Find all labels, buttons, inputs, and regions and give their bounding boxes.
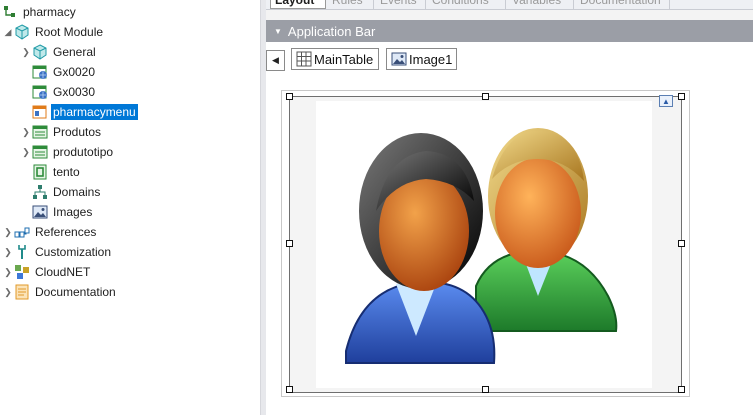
tree-item-customization[interactable]: ❯ Customization — [2, 242, 113, 262]
tab-variables[interactable]: Variables — [508, 0, 574, 9]
tree-item-cloudnet[interactable]: ❯ CloudNET — [2, 262, 92, 282]
transaction-icon — [32, 144, 48, 160]
tab-documentation[interactable]: Documentation — [576, 0, 670, 9]
tree-item-references[interactable]: ❯ References — [2, 222, 98, 242]
breadcrumb-label: MainTable — [314, 51, 374, 67]
knowledge-base-tree: pharmacy ◢ Root Module ❯ General Gx0020 … — [0, 0, 260, 415]
control-breadcrumb: ◀ MainTable Image1 — [266, 42, 753, 76]
resize-handle-right[interactable] — [678, 240, 685, 247]
tree-item-domains[interactable]: Domains — [32, 182, 102, 202]
tree-item-label: Root Module — [35, 25, 104, 39]
tree-item-label: References — [35, 225, 97, 239]
breadcrumb-back-button[interactable]: ◀ — [266, 50, 285, 71]
kb-root-icon — [2, 4, 18, 20]
chevron-right-icon[interactable]: ❯ — [20, 142, 32, 162]
menu-webpanel-icon — [32, 104, 48, 120]
chevron-right-icon[interactable]: ❯ — [20, 42, 32, 62]
chevron-right-icon[interactable]: ❯ — [2, 282, 14, 302]
tree-root-label: pharmacy — [23, 5, 76, 19]
module-icon — [14, 24, 30, 40]
tree-item-label: produtotipo — [53, 145, 114, 159]
tree-item-root-module[interactable]: ◢ Root Module — [2, 22, 105, 42]
tree-root-pharmacy[interactable]: pharmacy — [2, 2, 78, 22]
tree-item-produtos[interactable]: ❯ Produtos — [20, 122, 103, 142]
documentation-icon — [14, 284, 30, 300]
breadcrumb-image1[interactable]: Image1 — [386, 48, 457, 70]
designer-tab-strip: Layout Rules Events Conditions Variables… — [266, 0, 753, 10]
designer-top-spacer — [266, 10, 753, 20]
tab-layout[interactable]: Layout — [270, 0, 326, 9]
tree-item-tento[interactable]: tento — [32, 162, 82, 182]
images-icon — [32, 204, 48, 220]
customization-icon — [14, 244, 30, 260]
chevron-down-icon[interactable]: ◢ — [2, 22, 14, 42]
tree-item-label-selected: pharmacymenu — [51, 104, 138, 120]
web-panel-designer: Layout Rules Events Conditions Variables… — [266, 0, 753, 415]
tree-item-images[interactable]: Images — [32, 202, 94, 222]
resize-handle-left[interactable] — [286, 240, 293, 247]
resize-handle-top-right[interactable] — [678, 93, 685, 100]
webpanel-icon — [32, 64, 48, 80]
tab-events[interactable]: Events — [376, 0, 426, 9]
tree-item-gx0020[interactable]: Gx0020 — [32, 62, 97, 82]
tab-rules[interactable]: Rules — [328, 0, 374, 9]
webpanel-icon — [32, 84, 48, 100]
resize-handle-top-left[interactable] — [286, 93, 293, 100]
resize-handle-top[interactable] — [482, 93, 489, 100]
resize-handle-bottom-left[interactable] — [286, 386, 293, 393]
image1-control[interactable] — [316, 101, 652, 388]
resize-handle-bottom-right[interactable] — [678, 386, 685, 393]
tree-item-label: Customization — [35, 245, 112, 259]
users-icon — [345, 128, 618, 364]
breadcrumb-label: Image1 — [409, 51, 453, 67]
chevron-right-icon[interactable]: ❯ — [20, 122, 32, 142]
tree-item-label: Gx0030 — [53, 85, 96, 99]
tree-item-produtotipo[interactable]: ❯ produtotipo — [20, 142, 115, 162]
application-bar[interactable]: ▼ Application Bar — [266, 20, 753, 42]
cloudnet-icon — [14, 264, 30, 280]
tree-item-gx0030[interactable]: Gx0030 — [32, 82, 97, 102]
tab-conditions[interactable]: Conditions — [428, 0, 506, 9]
tree-item-label: Images — [53, 205, 93, 219]
tree-item-general[interactable]: ❯ General — [20, 42, 98, 62]
resize-handle-bottom[interactable] — [482, 386, 489, 393]
tree-item-label: Documentation — [35, 285, 116, 299]
tree-item-pharmacymenu[interactable]: pharmacymenu — [32, 102, 138, 122]
tree-item-label: CloudNET — [35, 265, 91, 279]
application-bar-title: Application Bar — [287, 23, 376, 39]
breadcrumb-maintable[interactable]: MainTable — [291, 48, 379, 70]
anchor-icon[interactable]: ▲ — [659, 95, 673, 107]
domains-icon — [32, 184, 48, 200]
image-control-icon — [391, 51, 407, 67]
transaction-icon — [32, 124, 48, 140]
tree-item-label: tento — [53, 165, 80, 179]
tree-item-documentation[interactable]: ❯ Documentation — [2, 282, 118, 302]
module-icon — [32, 44, 48, 60]
procedure-icon — [32, 164, 48, 180]
collapse-triangle-icon[interactable]: ▼ — [274, 27, 282, 36]
references-icon — [14, 224, 30, 240]
tree-item-label: Gx0020 — [53, 65, 96, 79]
tree-item-label: Produtos — [53, 125, 102, 139]
chevron-right-icon[interactable]: ❯ — [2, 222, 14, 242]
chevron-right-icon[interactable]: ❯ — [2, 262, 14, 282]
chevron-right-icon[interactable]: ❯ — [2, 242, 14, 262]
table-icon — [296, 51, 312, 67]
tree-item-label: Domains — [53, 185, 101, 199]
tree-item-label: General — [53, 45, 96, 59]
